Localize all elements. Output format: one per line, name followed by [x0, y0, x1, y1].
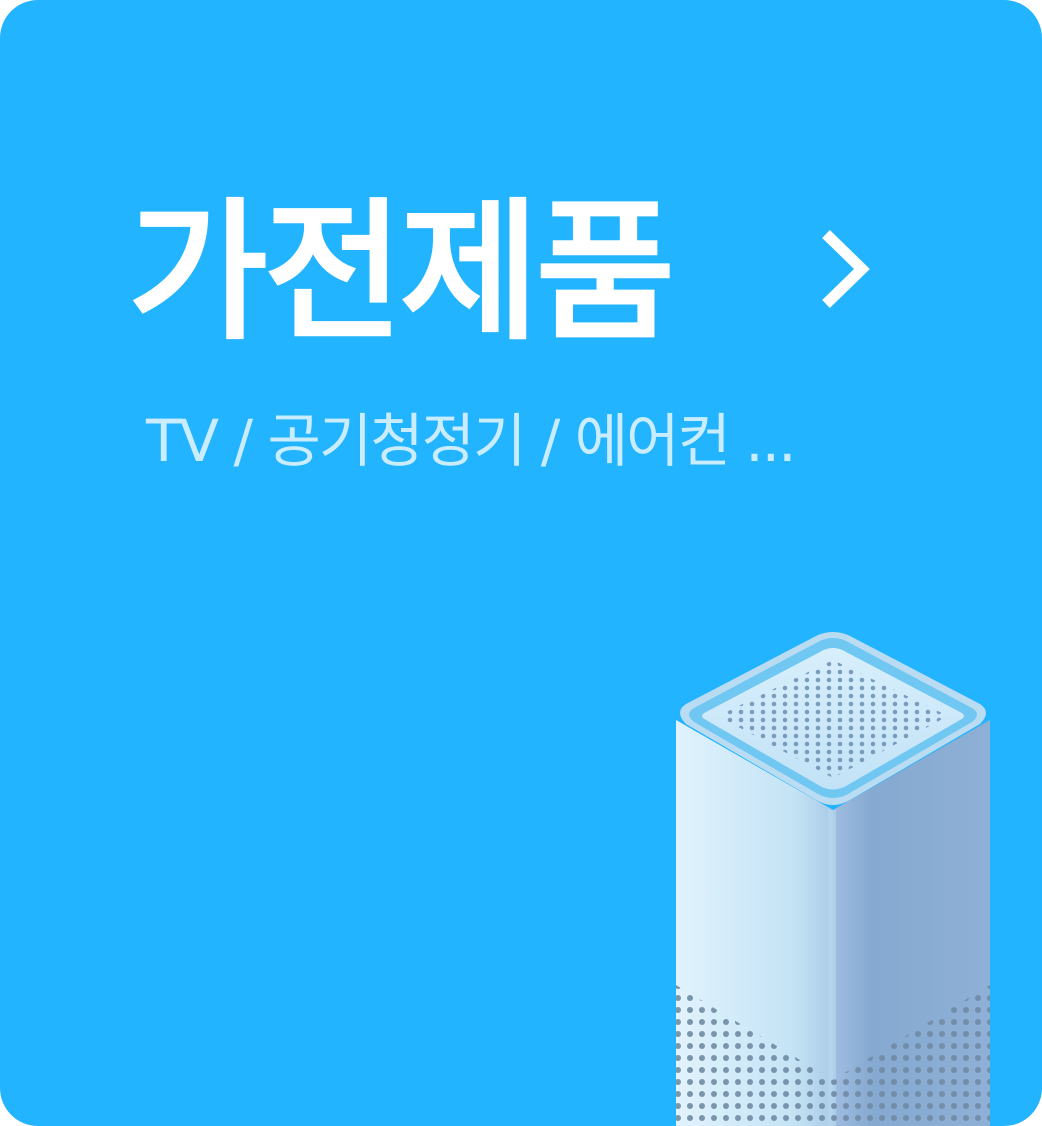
category-card-home-appliances[interactable]: 가전제품 TV / 공기청정기 / 에어컨 ... [0, 0, 1042, 1126]
category-subtitle: TV / 공기청정기 / 에어컨 ... [146, 407, 797, 475]
air-purifier-icon [676, 632, 990, 1126]
category-title: 가전제품 [128, 184, 675, 361]
title-row: 가전제품 [128, 178, 675, 368]
chevron-right-icon [822, 230, 870, 308]
